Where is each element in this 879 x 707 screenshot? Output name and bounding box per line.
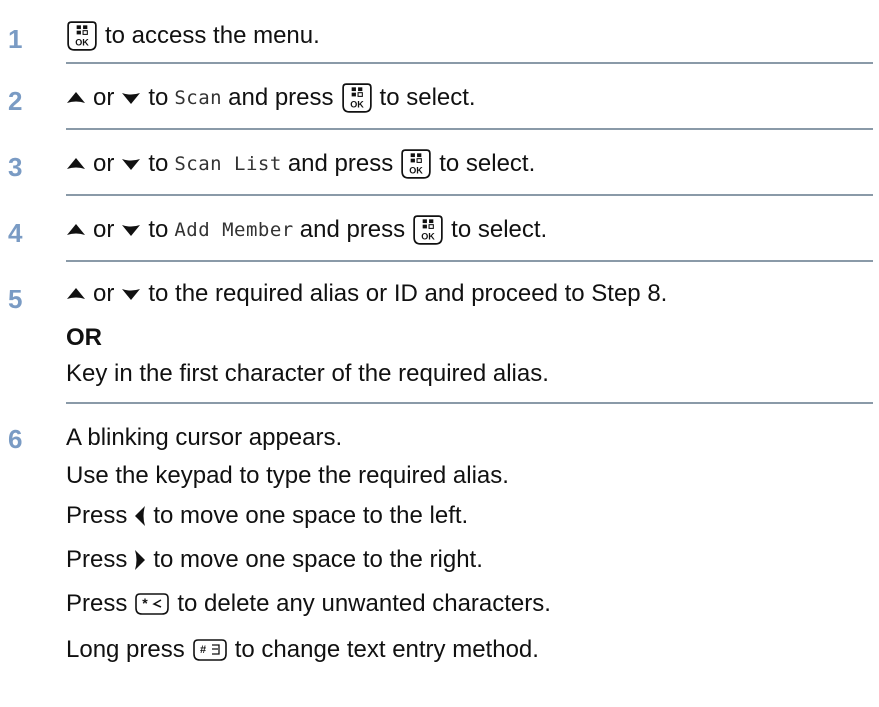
right-arrow-icon — [134, 549, 146, 571]
divider — [66, 260, 873, 262]
step-1-text: to access the menu. — [105, 22, 320, 49]
select-text: to select. — [451, 216, 548, 243]
method-text: to change text entry method. — [234, 636, 539, 663]
divider — [66, 128, 873, 130]
step-number: 2 — [8, 86, 23, 116]
hash-button-icon — [192, 638, 228, 662]
or-text: or — [93, 280, 115, 307]
up-arrow-icon — [66, 157, 86, 171]
or-text: or — [93, 150, 115, 177]
step-number: 3 — [8, 152, 23, 182]
select-text: to select. — [439, 150, 536, 177]
press-text: Press — [66, 502, 128, 529]
step-5-text: to the required alias or ID and proceed … — [148, 280, 668, 307]
step-1-line: to access the menu. — [66, 20, 875, 52]
step-6-line-method: Long press to change text entry method. — [66, 636, 875, 664]
menu-ok-button-icon — [400, 148, 432, 180]
to-text: to — [148, 150, 169, 177]
step-5-alt-text: Key in the first character of the requir… — [66, 360, 549, 387]
step-6-line-1: A blinking cursor appears. — [66, 424, 343, 451]
to-text: to — [148, 216, 169, 243]
step-number: 1 — [8, 24, 23, 54]
menu-item-scan-list: Scan List — [174, 153, 282, 175]
step-number: 6 — [8, 424, 23, 454]
menu-ok-button-icon — [66, 20, 98, 52]
select-text: to select. — [379, 84, 476, 111]
step-5-line: or to the required alias or ID and proce… — [66, 280, 875, 308]
press-text: Press — [66, 590, 128, 617]
to-text: to — [148, 84, 169, 111]
step-6-line-right: Press to move one space to the right. — [66, 546, 875, 574]
step-6-line-left: Press to move one space to the left. — [66, 502, 875, 530]
down-arrow-icon — [121, 287, 141, 301]
up-arrow-icon — [66, 91, 86, 105]
left-text: to move one space to the left. — [153, 502, 469, 529]
star-delete-button-icon — [134, 592, 170, 616]
step-6-line-2: Use the keypad to type the required alia… — [66, 462, 509, 489]
menu-ok-button-icon — [341, 82, 373, 114]
step-6-line-delete: Press to delete any unwanted characters. — [66, 590, 875, 618]
up-arrow-icon — [66, 223, 86, 237]
delete-text: to delete any unwanted characters. — [177, 590, 551, 617]
press-text: and press — [299, 216, 406, 243]
step-4-line: or to Add Member and press to select. — [66, 214, 875, 246]
menu-item-scan: Scan — [174, 87, 223, 109]
down-arrow-icon — [121, 223, 141, 237]
press-text: and press — [228, 84, 334, 111]
left-arrow-icon — [134, 505, 146, 527]
press-text: Press — [66, 546, 128, 573]
or-heading: OR — [66, 324, 102, 351]
menu-item-add-member: Add Member — [174, 219, 294, 241]
down-arrow-icon — [121, 157, 141, 171]
menu-ok-button-icon — [412, 214, 444, 246]
right-text: to move one space to the right. — [153, 546, 483, 573]
down-arrow-icon — [121, 91, 141, 105]
or-text: or — [93, 216, 115, 243]
step-2-line: or to Scan and press to select. — [66, 82, 875, 114]
step-number: 5 — [8, 284, 23, 314]
divider — [66, 402, 873, 404]
divider — [66, 62, 873, 64]
step-3-line: or to Scan List and press to select. — [66, 148, 875, 180]
divider — [66, 194, 873, 196]
up-arrow-icon — [66, 287, 86, 301]
press-text: and press — [287, 150, 394, 177]
or-text: or — [93, 84, 115, 111]
long-press-text: Long press — [66, 636, 185, 663]
step-number: 4 — [8, 218, 23, 248]
